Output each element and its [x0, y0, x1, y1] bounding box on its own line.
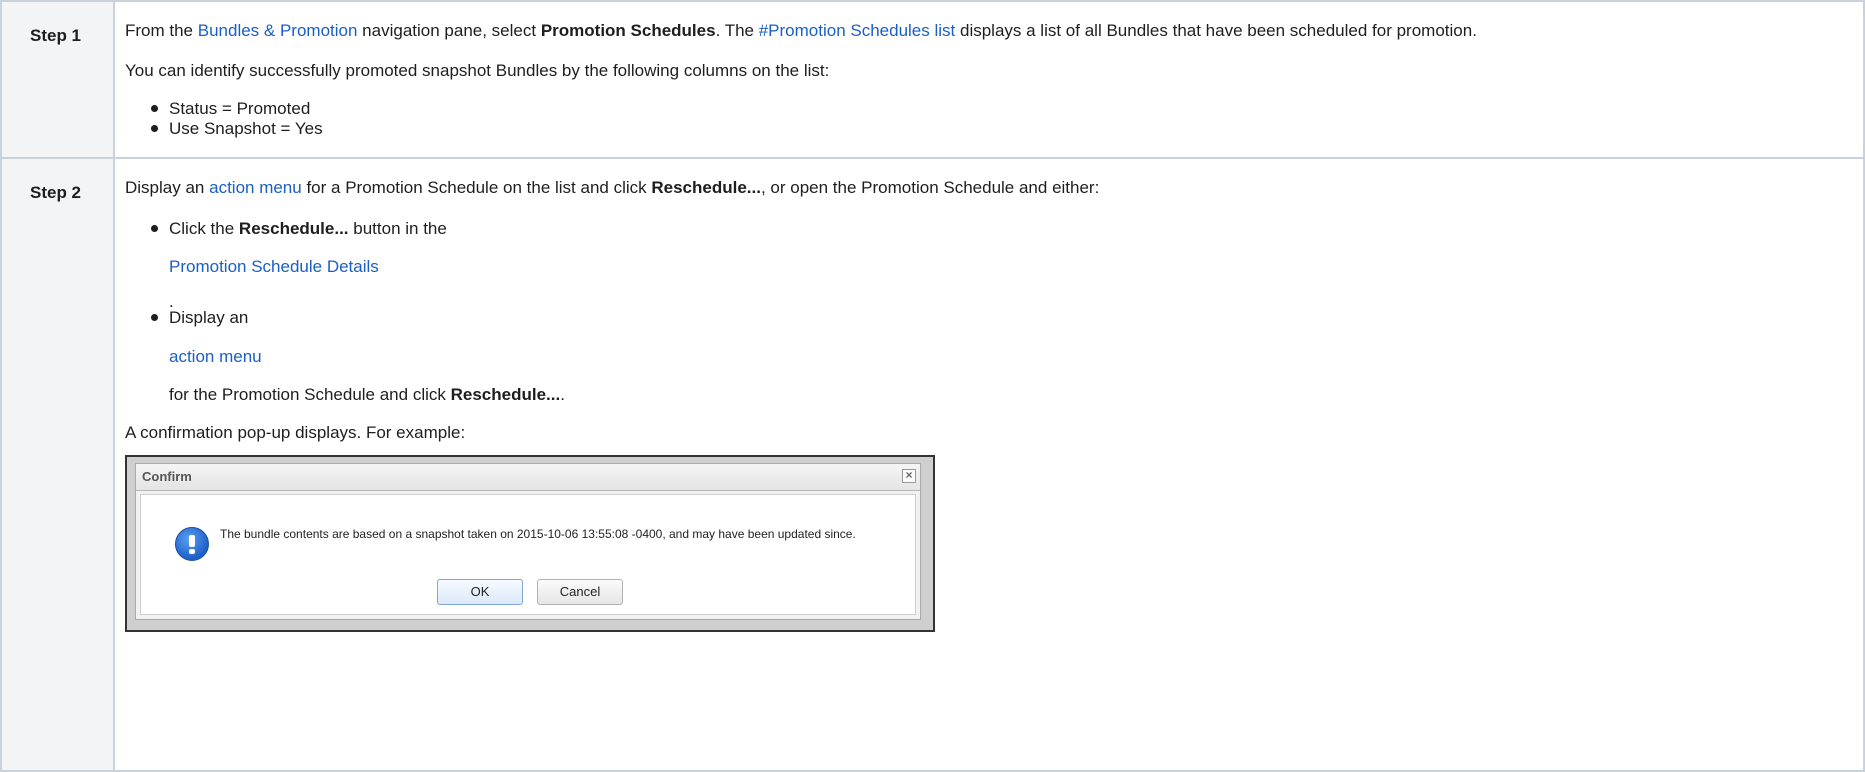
bold-text: Promotion Schedules	[540, 21, 716, 40]
list-item: Use Snapshot = Yes	[125, 119, 1853, 139]
list-item: Display an action menu for the Promotion…	[125, 308, 1853, 405]
cancel-button[interactable]: Cancel	[537, 579, 623, 605]
list-item: Click the Reschedule... button in the Pr…	[125, 219, 1853, 311]
step-body: Display an action menu for a Promotion S…	[113, 157, 1865, 772]
dialog-message: The bundle contents are based on a snaps…	[220, 527, 856, 541]
text: .	[169, 292, 174, 311]
bold-text: Reschedule...	[450, 385, 561, 404]
step-label: Step 2	[0, 157, 115, 772]
close-icon[interactable]: ×	[902, 469, 916, 483]
text: From the	[125, 21, 198, 40]
step1-intro: From the Bundles & Promotion navigation …	[125, 21, 1853, 41]
text: , or open the Promotion Schedule and eit…	[760, 178, 1100, 197]
text: for the Promotion Schedule and click Res…	[169, 385, 1853, 405]
step-row-1: Step 1 From the Bundles & Promotion navi…	[0, 0, 1865, 159]
popup-intro: A confirmation pop-up displays. For exam…	[125, 423, 466, 442]
confirm-dialog-screenshot: Confirm × The bundle contents are based …	[125, 455, 935, 632]
bold-text: Reschedule...	[238, 219, 349, 238]
text: . The	[715, 21, 759, 40]
text: Click the	[169, 219, 239, 238]
promotion-schedules-list-link[interactable]: #Promotion Schedules list	[759, 21, 956, 40]
identify-text: You can identify successfully promoted s…	[125, 61, 830, 80]
text: button in the	[348, 219, 447, 238]
text: for the Promotion Schedule and click	[169, 385, 451, 404]
text: Display an	[125, 178, 210, 197]
bold-text: Reschedule...	[651, 178, 761, 197]
promotion-schedule-details-link[interactable]: Promotion Schedule Details	[169, 257, 1853, 277]
text: for a Promotion Schedule on the list and…	[301, 178, 652, 197]
dialog-title: Confirm	[142, 469, 192, 484]
dialog-titlebar: Confirm ×	[136, 464, 920, 491]
step-body: From the Bundles & Promotion navigation …	[113, 0, 1865, 159]
dialog-body: The bundle contents are based on a snaps…	[140, 494, 916, 615]
options-list: Click the Reschedule... button in the Pr…	[125, 219, 1853, 405]
info-icon	[175, 527, 209, 561]
text: navigation pane, select	[357, 21, 541, 40]
confirm-dialog: Confirm × The bundle contents are based …	[135, 463, 921, 620]
action-menu-link[interactable]: action menu	[169, 347, 1853, 367]
action-menu-link[interactable]: action menu	[209, 178, 302, 197]
step-label: Step 1	[0, 0, 115, 159]
step2-intro: Display an action menu for a Promotion S…	[125, 178, 1853, 198]
text: .	[560, 385, 565, 404]
text: Display an	[169, 308, 249, 327]
ok-button[interactable]: OK	[437, 579, 523, 605]
text: displays a list of all Bundles that have…	[955, 21, 1477, 40]
list-item: Status = Promoted	[125, 99, 1853, 119]
step-row-2: Step 2 Display an action menu for a Prom…	[0, 157, 1865, 772]
status-list: Status = Promoted Use Snapshot = Yes	[125, 99, 1853, 139]
steps-table: Step 1 From the Bundles & Promotion navi…	[0, 0, 1865, 772]
bundles-promotion-link[interactable]: Bundles & Promotion	[198, 21, 358, 40]
